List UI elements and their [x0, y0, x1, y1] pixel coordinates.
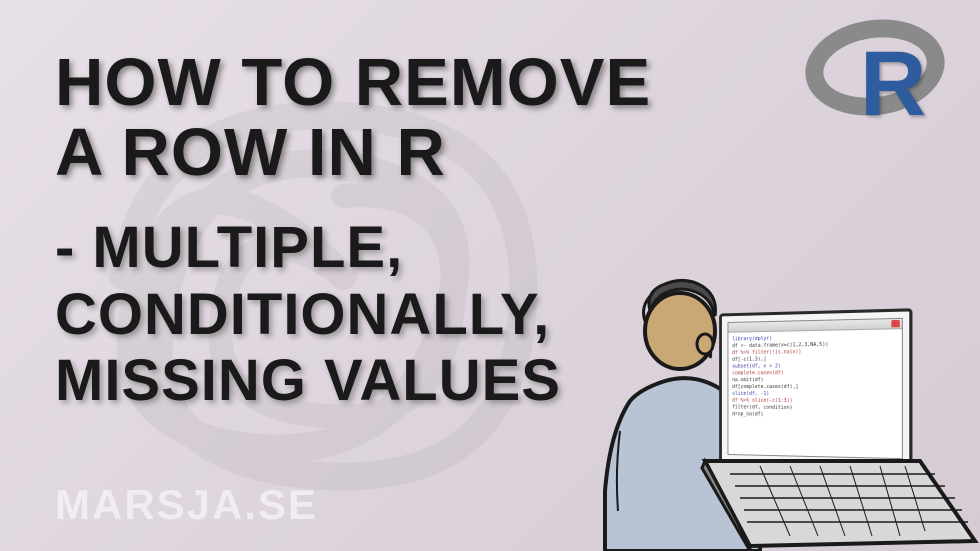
subtitle: - MULTIPLE, CONDITIONALLY, MISSING VALUE…: [55, 215, 561, 415]
code-content: library(dplyr) df <- data.frame(x=c(1,2,…: [728, 329, 901, 424]
code-line: drop_na(df): [732, 411, 898, 420]
watermark-text: MARSJA.SE: [55, 481, 318, 529]
laptop-base-keyboard: [700, 456, 980, 551]
subtitle-line-2: CONDITIONALLY,: [55, 282, 561, 349]
subtitle-line-3: MISSING VALUES: [55, 348, 561, 415]
subtitle-line-1: - MULTIPLE,: [55, 215, 561, 282]
person-with-laptop-illustration: library(dplyr) df <- data.frame(x=c(1,2,…: [600, 221, 980, 551]
title-line-2: A ROW IN R: [55, 118, 651, 188]
r-logo-letter: R: [860, 32, 921, 137]
r-logo: R: [805, 20, 945, 130]
laptop-screen-content: library(dplyr) df <- data.frame(x=c(1,2,…: [727, 318, 902, 459]
title-line-1: HOW TO REMOVE: [55, 48, 651, 118]
main-title: HOW TO REMOVE A ROW IN R: [55, 48, 651, 189]
person-head: [630, 276, 725, 371]
laptop-screen: library(dplyr) df <- data.frame(x=c(1,2,…: [719, 308, 912, 468]
close-icon: [891, 320, 899, 327]
